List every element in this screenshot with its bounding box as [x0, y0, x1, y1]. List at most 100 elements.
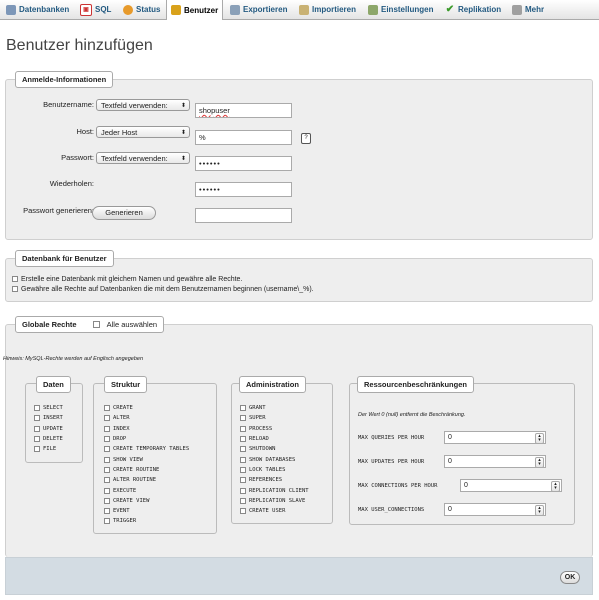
login-legend: Anmelde-Informationen — [15, 71, 114, 88]
priv-file[interactable]: FILE — [34, 444, 63, 454]
spinner-icon[interactable]: ▴ ▾ — [535, 457, 544, 468]
select-arrows-icon: ⬍ — [180, 130, 186, 136]
tab-benutzer[interactable]: Benutzer — [166, 0, 224, 20]
host-select[interactable]: Jeder Host ⬍ — [96, 126, 190, 138]
checkbox[interactable] — [12, 286, 18, 293]
import-icon — [299, 4, 309, 15]
global-privileges-fieldset: Globale Rechte Alle auswählen Hinweis: M… — [3, 316, 593, 557]
priv-trigger[interactable]: TRIGGER — [104, 516, 189, 526]
repeat-label: Wiederholen: — [49, 179, 94, 188]
daten-list: SELECT INSERT UPDATE DELETE FILE — [34, 403, 63, 454]
tab-mehr[interactable]: Mehr — [512, 0, 544, 19]
ok-button[interactable]: OK — [560, 571, 580, 584]
max-updates-input[interactable]: 0 ▴ ▾ — [444, 455, 546, 468]
tab-replikation[interactable]: ✔ Replikation — [445, 0, 501, 19]
login-fieldset: Anmelde-Informationen Benutzername: Text… — [5, 71, 593, 240]
spinner-icon[interactable]: ▴ ▾ — [535, 505, 544, 516]
priv-create-view[interactable]: CREATE VIEW — [104, 496, 189, 506]
max-queries-input[interactable]: 0 ▴ ▾ — [444, 431, 546, 444]
spinner-icon[interactable]: ▴ ▾ — [535, 433, 544, 444]
priv-drop[interactable]: DROP — [104, 434, 189, 444]
priv-alter[interactable]: ALTER — [104, 413, 189, 423]
max-connections-input[interactable]: 0 ▴ ▾ — [460, 479, 562, 492]
replication-icon: ✔ — [445, 3, 455, 15]
select-arrows-icon: ⬍ — [180, 156, 186, 162]
administration-list: GRANT SUPER PROCESS RELOAD SHUTDOWN SHOW… — [240, 403, 309, 516]
administration-group: Administration GRANT SUPER PROCESS RELOA… — [231, 376, 333, 524]
struktur-group: Struktur CREATE ALTER INDEX DROP CREATE … — [93, 376, 217, 534]
export-icon — [230, 4, 240, 15]
priv-delete[interactable]: DELETE — [34, 434, 63, 444]
max-connections-row: MAX CONNECTIONS PER HOUR — [358, 483, 438, 489]
sql-icon: ▣ — [80, 3, 92, 16]
priv-references[interactable]: REFERENCES — [240, 475, 309, 485]
priv-super[interactable]: SUPER — [240, 413, 309, 423]
priv-event[interactable]: EVENT — [104, 506, 189, 516]
form-footer: OK — [5, 557, 593, 595]
resource-limits-group: Ressourcenbeschränkungen Der Wert 0 (nul… — [349, 376, 575, 525]
settings-icon — [368, 4, 378, 15]
priv-replication-slave[interactable]: REPLICATION SLAVE — [240, 496, 309, 506]
host-label: Host: — [76, 127, 94, 136]
priv-index[interactable]: INDEX — [104, 424, 189, 434]
max-queries-row: MAX QUERIES PER HOUR — [358, 435, 425, 441]
global-privileges-legend: Globale Rechte Alle auswählen — [15, 316, 165, 333]
database-legend: Datenbank für Benutzer — [15, 250, 114, 267]
tab-datenbanken[interactable]: Datenbanken — [6, 0, 69, 19]
more-icon — [512, 4, 522, 15]
tab-importieren[interactable]: Importieren — [299, 0, 356, 19]
help-icon[interactable]: ? — [301, 133, 311, 144]
generate-password-label: Passwort generieren: — [23, 206, 94, 215]
resource-limits-note: Der Wert 0 (null) entfernt die Beschränk… — [358, 412, 466, 418]
priv-create-routine[interactable]: CREATE ROUTINE — [104, 465, 189, 475]
repeat-password-input[interactable]: •••••• — [195, 182, 292, 197]
tab-einstellungen[interactable]: Einstellungen — [368, 0, 433, 19]
priv-create[interactable]: CREATE — [104, 403, 189, 413]
priv-update[interactable]: UPDATE — [34, 424, 63, 434]
max-user-connections-row: MAX USER_CONNECTIONS — [358, 507, 425, 513]
username-type-select[interactable]: Textfeld verwenden: ⬍ — [96, 99, 190, 111]
priv-lock-tables[interactable]: LOCK TABLES — [240, 465, 309, 475]
resource-limits-legend: Ressourcenbeschränkungen — [357, 376, 474, 393]
host-input[interactable]: % — [195, 130, 292, 145]
grant-wildcard-option[interactable]: Gewähre alle Rechte auf Datenbanken die … — [12, 286, 314, 293]
max-updates-row: MAX UPDATES PER HOUR — [358, 459, 425, 465]
generate-button[interactable]: Generieren — [92, 206, 156, 220]
priv-execute[interactable]: EXECUTE — [104, 485, 189, 495]
daten-legend: Daten — [36, 376, 71, 393]
username-input[interactable]: shopuser — [195, 103, 292, 118]
priv-reload[interactable]: RELOAD — [240, 434, 309, 444]
priv-alter-routine[interactable]: ALTER ROUTINE — [104, 475, 189, 485]
priv-create-user[interactable]: CREATE USER — [240, 506, 309, 516]
priv-shutdown[interactable]: SHUTDOWN — [240, 444, 309, 454]
priv-process[interactable]: PROCESS — [240, 424, 309, 434]
priv-grant[interactable]: GRANT — [240, 403, 309, 413]
priv-show-databases[interactable]: SHOW DATABASES — [240, 454, 309, 464]
struktur-legend: Struktur — [104, 376, 148, 393]
priv-insert[interactable]: INSERT — [34, 413, 63, 423]
struktur-list: CREATE ALTER INDEX DROP CREATE TEMPORARY… — [104, 403, 189, 527]
daten-group: Daten SELECT INSERT UPDATE DELETE FILE — [25, 376, 83, 463]
priv-select[interactable]: SELECT — [34, 403, 63, 413]
database-icon — [6, 4, 16, 15]
create-database-option[interactable]: Erstelle eine Datenbank mit gleichem Nam… — [12, 276, 242, 283]
password-input[interactable]: •••••• — [195, 156, 292, 171]
password-type-select[interactable]: Textfeld verwenden: ⬍ — [96, 152, 190, 164]
page-title: Benutzer hinzufügen — [6, 37, 153, 54]
checkbox[interactable] — [12, 276, 18, 283]
password-label: Passwort: — [61, 153, 94, 162]
mysql-hint: Hinweis: MySQL-Rechte werden auf Englisc… — [3, 356, 144, 362]
max-user-connections-input[interactable]: 0 ▴ ▾ — [444, 503, 546, 516]
priv-create-temporary-tables[interactable]: CREATE TEMPORARY TABLES — [104, 444, 189, 454]
select-all-checkbox[interactable] — [92, 321, 100, 328]
select-all-label[interactable]: Alle auswählen — [107, 320, 157, 329]
priv-replication-client[interactable]: REPLICATION CLIENT — [240, 485, 309, 495]
priv-show-view[interactable]: SHOW VIEW — [104, 454, 189, 464]
generated-password-input[interactable] — [195, 208, 292, 223]
tab-sql[interactable]: ▣ SQL — [80, 0, 111, 19]
spinner-icon[interactable]: ▴ ▾ — [551, 481, 560, 492]
tab-status[interactable]: Status — [123, 0, 160, 19]
tab-exportieren[interactable]: Exportieren — [230, 0, 287, 19]
administration-legend: Administration — [239, 376, 306, 393]
top-tab-bar: Datenbanken ▣ SQL Status Benutzer Export… — [0, 0, 599, 20]
